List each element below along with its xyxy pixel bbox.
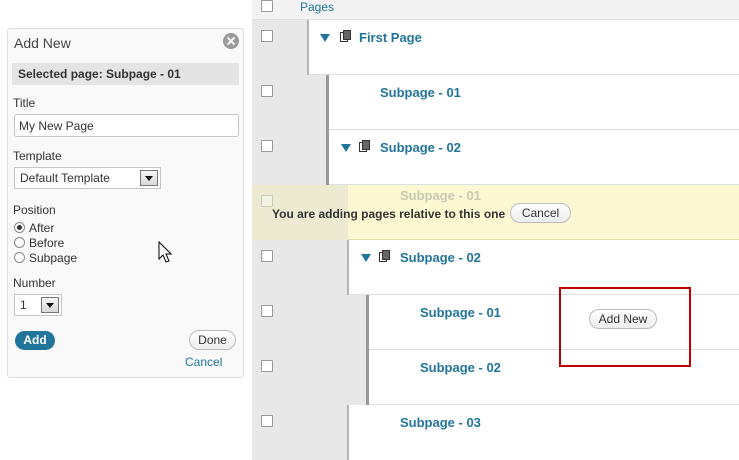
- collapse-arrow-icon[interactable]: [361, 254, 371, 262]
- done-button[interactable]: Done: [189, 330, 236, 350]
- row-checkbox[interactable]: [261, 305, 273, 317]
- table-row: Subpage - 03: [252, 405, 739, 460]
- radio-before[interactable]: [14, 237, 25, 248]
- page-icon: [359, 140, 370, 152]
- selected-page-label: Selected page: Subpage - 01: [12, 63, 239, 85]
- template-select-value: Default Template: [20, 171, 110, 185]
- row-checkbox[interactable]: [261, 250, 273, 262]
- table-row: Subpage - 01: [252, 75, 739, 130]
- collapse-arrow-icon[interactable]: [320, 34, 330, 42]
- row-checkbox[interactable]: [261, 360, 273, 372]
- position-before-label: Before: [29, 236, 65, 250]
- row-title[interactable]: Subpage - 02: [420, 360, 501, 375]
- row-title-faded: Subpage - 01: [400, 188, 481, 203]
- row-title[interactable]: Subpage - 02: [400, 250, 481, 265]
- position-label: Position: [13, 203, 56, 217]
- row-checkbox: [261, 195, 273, 207]
- notice-message: You are adding pages relative to this on…: [272, 207, 506, 221]
- collapse-arrow-icon[interactable]: [341, 144, 351, 152]
- chevron-down-icon[interactable]: [140, 170, 158, 186]
- row-title[interactable]: First Page: [359, 30, 422, 45]
- list-header: Pages: [252, 0, 739, 20]
- number-select[interactable]: 1: [14, 294, 62, 316]
- template-label: Template: [13, 149, 62, 163]
- pages-list: Pages First Page Subpage - 01 Subpage - …: [252, 0, 739, 460]
- table-row: Subpage - 02: [252, 130, 739, 185]
- row-title[interactable]: Subpage - 02: [380, 140, 461, 155]
- row-checkbox[interactable]: [261, 415, 273, 427]
- position-after-label: After: [29, 221, 55, 235]
- highlight-annotation: [559, 287, 691, 367]
- relative-notice-row: Subpage - 01 You are adding pages relati…: [252, 185, 739, 240]
- add-new-panel: Add New Selected page: Subpage - 01 Titl…: [7, 28, 244, 378]
- mouse-cursor-icon: [158, 241, 173, 263]
- number-label: Number: [13, 276, 56, 290]
- title-label: Title: [13, 96, 36, 110]
- notice-cancel-button[interactable]: Cancel: [510, 203, 571, 223]
- radio-subpage[interactable]: [14, 252, 25, 263]
- page-icon: [340, 30, 351, 42]
- select-all-checkbox[interactable]: [261, 0, 273, 12]
- row-checkbox[interactable]: [261, 140, 273, 152]
- row-checkbox[interactable]: [261, 85, 273, 97]
- row-checkbox[interactable]: [261, 30, 273, 42]
- page-icon: [379, 250, 390, 262]
- pages-column-header[interactable]: Pages: [300, 0, 334, 14]
- title-input[interactable]: [14, 114, 239, 137]
- row-title[interactable]: Subpage - 01: [380, 85, 461, 100]
- add-button[interactable]: Add: [15, 331, 55, 350]
- row-title[interactable]: Subpage - 03: [400, 415, 481, 430]
- chevron-down-icon[interactable]: [41, 297, 59, 313]
- position-subpage-label: Subpage: [29, 251, 78, 265]
- close-icon[interactable]: [223, 33, 239, 49]
- table-row: First Page: [252, 20, 739, 75]
- panel-title: Add New: [14, 35, 71, 51]
- cancel-link[interactable]: Cancel: [185, 355, 222, 369]
- template-select[interactable]: Default Template: [14, 167, 161, 189]
- row-title[interactable]: Subpage - 01: [420, 305, 501, 320]
- number-select-value: 1: [20, 298, 27, 312]
- radio-after[interactable]: [14, 222, 25, 233]
